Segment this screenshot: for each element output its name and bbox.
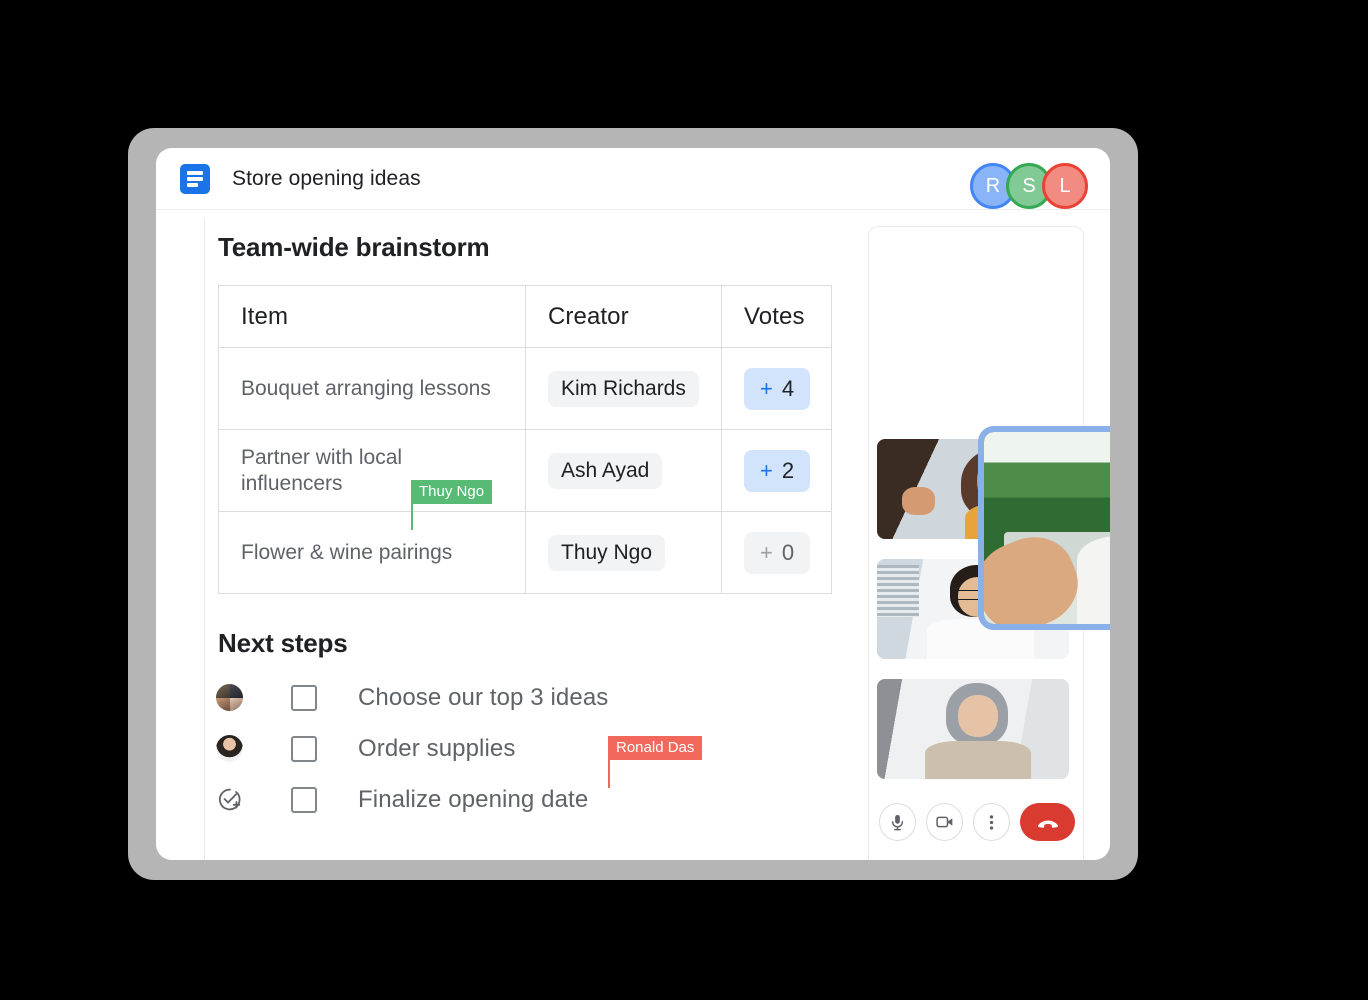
docs-icon-line-3 (187, 182, 198, 187)
avatar-quad-2 (229, 684, 243, 698)
column-header-creator: Creator (525, 285, 722, 348)
vote-chip[interactable]: + 2 (744, 449, 811, 492)
participant-video-3[interactable] (877, 679, 1069, 779)
item-text: Flower & wine pairings (241, 540, 453, 564)
cell-creator[interactable]: Ash Ayad (525, 429, 722, 512)
cell-votes[interactable]: + 0 (721, 511, 832, 594)
creator-chip[interactable]: Kim Richards (548, 370, 699, 407)
next-steps-heading: Next steps (218, 628, 348, 658)
plus-icon: + (760, 457, 773, 483)
cell-item[interactable]: Flower & wine pairings (218, 511, 526, 594)
main-speaker-video[interactable] (978, 426, 1110, 630)
main-video-shirt (1076, 535, 1110, 624)
avatar-l[interactable]: L (1042, 163, 1088, 209)
cell-item[interactable]: Bouquet arranging lessons (218, 347, 526, 430)
docs-icon-line-1 (187, 170, 203, 175)
table-header-row: Item Creator Votes (218, 285, 832, 348)
vote-chip[interactable]: + 4 (744, 367, 811, 410)
creator-chip[interactable]: Thuy Ngo (548, 534, 666, 571)
presence-avatar-stack: R S L (970, 163, 1088, 209)
vote-chip[interactable]: + 0 (744, 531, 811, 574)
vote-count: 0 (781, 539, 795, 565)
document-titlebar: Store opening ideas R S L (156, 148, 1110, 210)
document-body[interactable]: Team-wide brainstorm Item Creator Votes … (156, 210, 1110, 860)
avatar-quad-4 (229, 697, 243, 711)
cell-votes[interactable]: + 2 (721, 429, 832, 512)
app-window: Store opening ideas R S L Team-wide brai… (156, 148, 1110, 860)
camera-button[interactable] (926, 803, 964, 841)
avatar-quad-3 (216, 697, 230, 711)
table-row: Partner with local influencers Ash Ayad … (218, 429, 832, 512)
tile-2-blinds (877, 565, 920, 617)
list-item[interactable]: Choose our top 3 ideas (216, 672, 836, 723)
call-controls-bar (879, 803, 1076, 841)
tile-3-face (957, 695, 998, 737)
cursor-label-thuy-ngo: Thuy Ngo (411, 480, 493, 504)
more-options-button[interactable] (973, 803, 1011, 841)
avatar-r-initial: R (985, 174, 1001, 197)
tile-3-top (925, 741, 1031, 779)
avatar-s-initial: S (1022, 174, 1036, 197)
step-label: Choose our top 3 ideas (358, 683, 609, 711)
table-row: Bouquet arranging lessons Kim Richards +… (218, 347, 832, 430)
item-text: Bouquet arranging lessons (241, 376, 491, 400)
vote-count: 2 (781, 457, 795, 483)
phone-hangup-icon (1037, 820, 1058, 828)
table-row: Flower & wine pairings Thuy Ngo + 0 (218, 511, 832, 594)
end-call-button[interactable] (1020, 803, 1076, 841)
vote-count: 4 (781, 375, 795, 401)
microphone-icon (891, 814, 904, 830)
avatar-quad-1 (216, 684, 230, 698)
step-label: Order supplies (358, 734, 516, 762)
plus-icon: + (760, 375, 773, 401)
brainstorm-heading: Team-wide brainstorm (218, 232, 490, 262)
list-item[interactable]: Order supplies (216, 723, 836, 774)
screenshot-root: Store opening ideas R S L Team-wide brai… (0, 0, 1368, 1000)
more-vert-icon (990, 814, 994, 830)
video-camera-icon (936, 816, 953, 828)
cell-votes[interactable]: + 4 (721, 347, 832, 430)
microphone-button[interactable] (879, 803, 917, 841)
list-item[interactable]: Finalize opening date (216, 774, 836, 825)
document-margin-rule (204, 218, 205, 860)
single-avatar[interactable] (216, 735, 243, 762)
avatar-l-initial: L (1059, 174, 1071, 197)
cursor-caret-ronald-das (608, 760, 610, 788)
column-header-votes: Votes (721, 285, 832, 348)
column-header-item: Item (218, 285, 526, 348)
step-label: Finalize opening date (358, 785, 589, 813)
tile-1-hand (901, 487, 935, 515)
cell-creator[interactable]: Thuy Ngo (525, 511, 722, 594)
plus-icon: + (760, 539, 773, 565)
docs-icon[interactable] (180, 163, 210, 194)
checkbox-order-supplies[interactable] (291, 735, 317, 762)
group-avatar[interactable] (216, 684, 243, 711)
checkbox-finalize-opening-date[interactable] (291, 786, 317, 813)
checkbox-choose-top-ideas[interactable] (291, 684, 317, 711)
cursor-label-ronald-das: Ronald Das (608, 736, 703, 760)
creator-chip[interactable]: Ash Ayad (548, 452, 663, 489)
cursor-caret-thuy-ngo (411, 504, 413, 530)
ideas-table: Item Creator Votes Bouquet arranging les… (218, 285, 832, 594)
docs-icon-line-2 (187, 176, 203, 181)
cell-creator[interactable]: Kim Richards (525, 347, 722, 430)
next-steps-list: Choose our top 3 ideas Order supplies Fi… (216, 672, 836, 825)
app-window-frame: Store opening ideas R S L Team-wide brai… (128, 128, 1138, 880)
assign-task-icon[interactable] (216, 786, 243, 813)
document-title[interactable]: Store opening ideas (232, 167, 421, 191)
